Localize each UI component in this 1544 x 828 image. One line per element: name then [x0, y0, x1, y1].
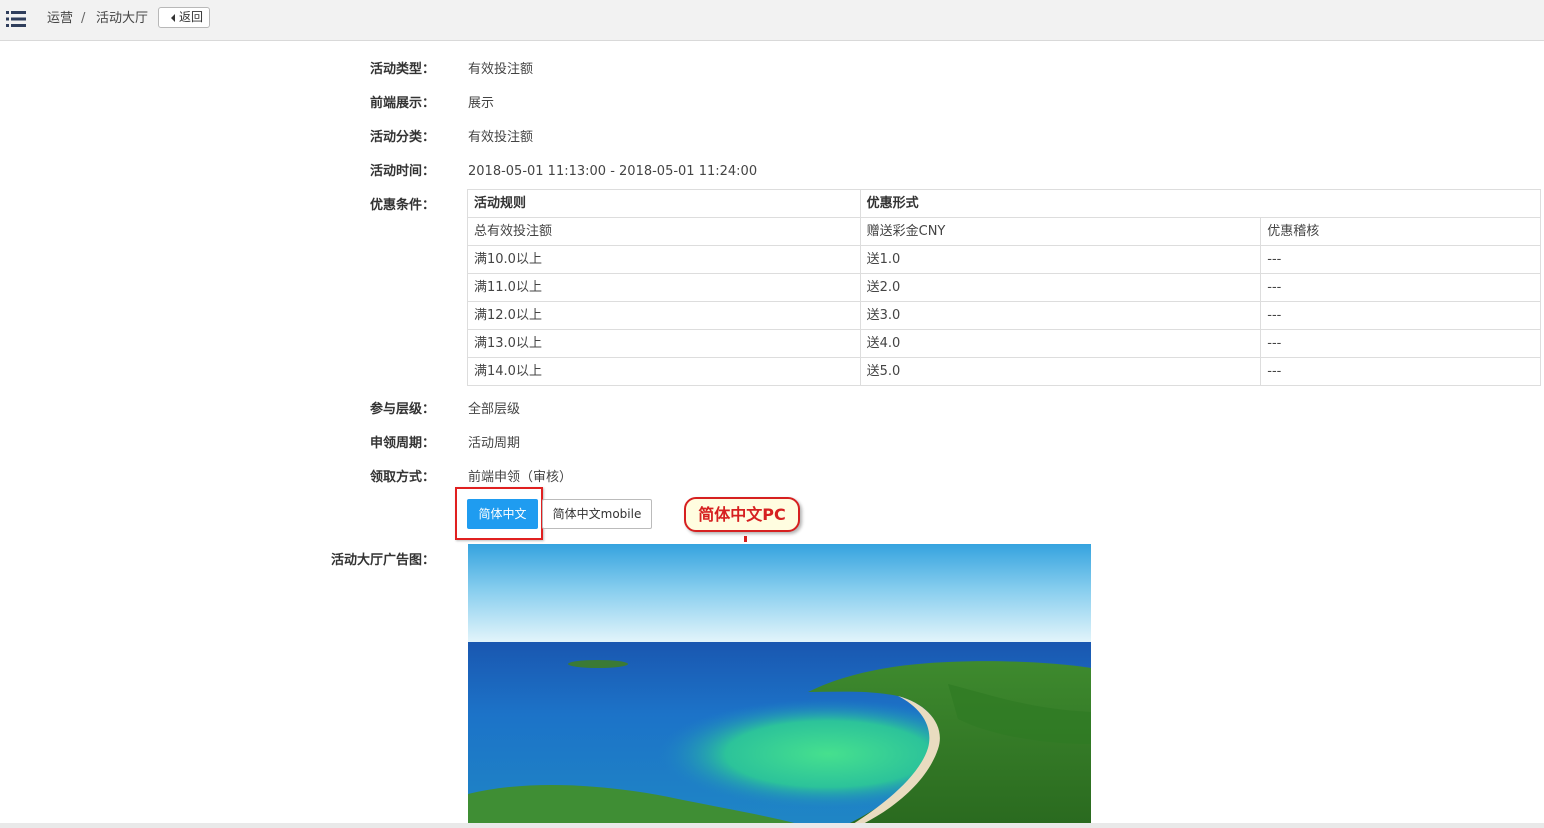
- tab-simplified-chinese-mobile[interactable]: 简体中文mobile: [542, 499, 652, 529]
- breadcrumb-operations[interactable]: 运营: [47, 10, 73, 28]
- activity-category-label: 活动分类：: [369, 130, 435, 145]
- breadcrumb-separator: /: [81, 11, 86, 26]
- table-cell: 送4.0: [859, 329, 1262, 358]
- table-cell: ---: [1260, 357, 1541, 386]
- claim-method-label: 领取方式：: [369, 470, 435, 485]
- activity-time-label: 活动时间：: [369, 164, 435, 179]
- menu-icon[interactable]: [6, 10, 26, 28]
- table-subheader-cell: 总有效投注额: [467, 217, 861, 246]
- bottom-scrollbar: [0, 823, 1544, 828]
- table-subheader-cell: 赠送彩金CNY: [859, 217, 1262, 246]
- activity-category-value: 有效投注额: [468, 130, 534, 145]
- table-header-row: 活动规则 优惠形式: [467, 189, 1542, 218]
- table-row: 满11.0以上 送2.0 ---: [467, 273, 1541, 302]
- table-row: 满13.0以上 送4.0 ---: [467, 329, 1541, 358]
- table-cell: 满11.0以上: [467, 273, 861, 302]
- back-button[interactable]: 返回: [158, 7, 210, 28]
- tab-simplified-chinese[interactable]: 简体中文: [467, 499, 538, 529]
- table-row: 满12.0以上 送3.0 ---: [467, 301, 1541, 330]
- table-row: 满14.0以上 送5.0 ---: [467, 357, 1541, 386]
- annotation-callout: 简体中文PC: [684, 497, 800, 532]
- back-button-label: 返回: [179, 10, 204, 24]
- banner-image: [468, 544, 1091, 824]
- table-cell: 送5.0: [859, 357, 1262, 386]
- caret-left-icon: [171, 14, 175, 22]
- top-bar: 运营 / 活动大厅 返回: [0, 0, 1544, 41]
- table-cell: ---: [1260, 273, 1541, 302]
- table-cell: 送3.0: [859, 301, 1262, 330]
- activity-time-value: 2018-05-01 11:13:00 - 2018-05-01 11:24:0…: [468, 164, 758, 179]
- table-subheader-cell: 优惠稽核: [1260, 217, 1541, 246]
- table-cell: 满14.0以上: [467, 357, 861, 386]
- claim-method-value: 前端申领（审核）: [468, 470, 573, 485]
- activity-type-label: 活动类型：: [369, 62, 435, 77]
- table-cell: ---: [1260, 301, 1541, 330]
- table-cell: ---: [1260, 329, 1541, 358]
- promo-table: 活动规则 优惠形式 总有效投注额 赠送彩金CNY 优惠稽核 满10.0以上 送1…: [467, 189, 1542, 386]
- frontend-display-value: 展示: [468, 96, 495, 111]
- participation-level-value: 全部层级: [468, 402, 521, 417]
- table-cell: 送2.0: [859, 273, 1262, 302]
- table-header-rule: 活动规则: [467, 189, 861, 218]
- claim-period-value: 活动周期: [468, 436, 521, 451]
- table-header-form: 优惠形式: [859, 189, 1542, 218]
- table-cell: 送1.0: [859, 245, 1262, 274]
- table-cell: 满10.0以上: [467, 245, 861, 274]
- discount-conditions-label: 优惠条件：: [369, 198, 435, 213]
- table-cell: 满13.0以上: [467, 329, 861, 358]
- annotation-callout-tail: [744, 536, 747, 542]
- table-subheader-row: 总有效投注额 赠送彩金CNY 优惠稽核: [467, 217, 1541, 246]
- activity-type-value: 有效投注额: [468, 62, 534, 77]
- table-cell: 满12.0以上: [467, 301, 861, 330]
- participation-level-label: 参与层级：: [369, 402, 435, 417]
- claim-period-label: 申领周期：: [369, 436, 435, 451]
- frontend-display-label: 前端展示：: [369, 96, 435, 111]
- table-row: 满10.0以上 送1.0 ---: [467, 245, 1541, 274]
- banner-label: 活动大厅广告图：: [330, 553, 435, 568]
- table-cell: ---: [1260, 245, 1541, 274]
- breadcrumb-activity-hall: 活动大厅: [96, 11, 149, 26]
